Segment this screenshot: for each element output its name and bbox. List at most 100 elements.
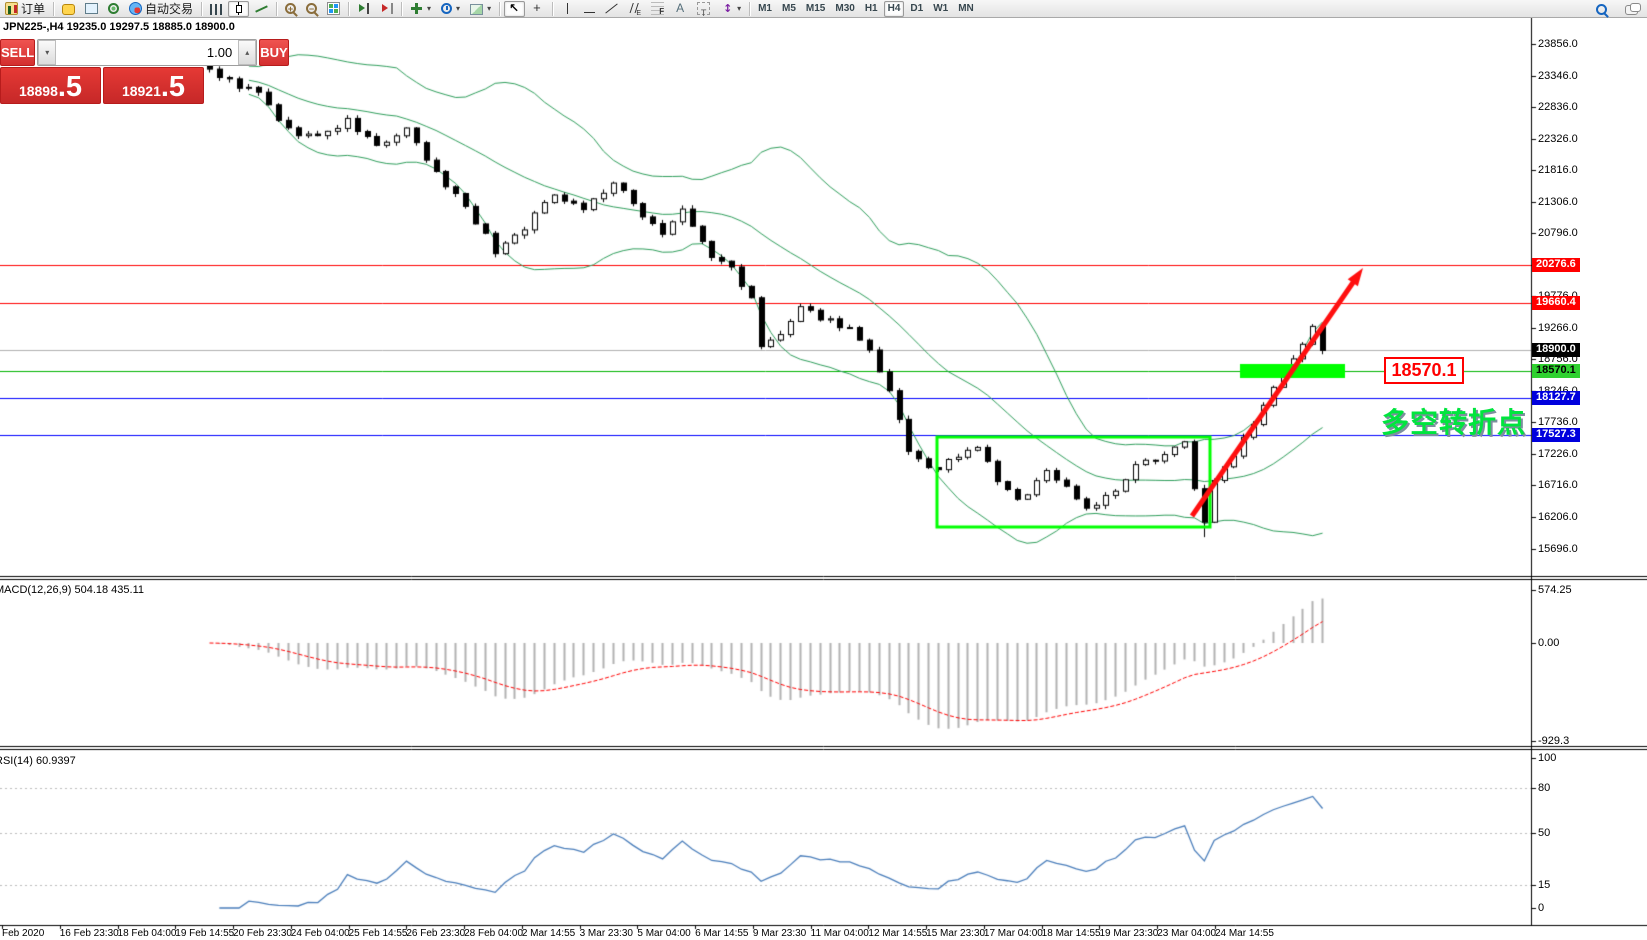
timeframe-m1-label: M1 [758, 3, 772, 14]
text-label-icon [697, 2, 710, 15]
time-axis-label: 20 Feb 23:30 [233, 928, 292, 939]
price-axis-tick: 20796.0 [1538, 227, 1578, 239]
timeframe-d1-label: D1 [910, 3, 923, 14]
toolbar-button-indicators[interactable]: ▾ [406, 1, 435, 17]
toolbar-button-zoom-in[interactable] [281, 1, 300, 17]
price-axis-tick: 22326.0 [1538, 133, 1578, 145]
text-icon [674, 2, 687, 15]
chart-title: JPN225-,H4 19235.0 19297.5 18885.0 18900… [3, 21, 235, 33]
toolbar-button-periods[interactable]: ▾ [437, 1, 464, 17]
time-axis-label: 11 Mar 04:00 [811, 928, 869, 939]
toolbar-button-new-order[interactable]: 订单 [1, 1, 49, 17]
toolbar-right [1591, 1, 1643, 17]
toolbar-button-timeframe-m15[interactable]: M15 [802, 1, 829, 17]
toolbar-button-timeframe-d1[interactable]: D1 [906, 1, 927, 17]
level-callout: 18570.1 [1384, 357, 1464, 384]
auto-scroll-icon [357, 2, 370, 15]
time-axis-label: 16 Feb 23:30 [60, 928, 119, 939]
periods-icon [441, 3, 452, 14]
turning-point-annotation: 多空转折点 [1381, 401, 1526, 441]
terminal-icon [85, 3, 98, 14]
toolbar-button-crosshair[interactable] [527, 1, 548, 17]
price-tag-18127.7: 18127.7 [1532, 391, 1580, 405]
toolbar-button-arrows[interactable]: ▾ [716, 1, 745, 17]
toolbar-button-candlestick-chart[interactable] [228, 1, 249, 17]
trend-line-icon [605, 2, 618, 15]
toolbar-button-equidistant-channel[interactable] [624, 1, 645, 17]
sell-price-button[interactable]: 18898.5 [0, 67, 101, 104]
toolbar-button-horizontal-line[interactable] [580, 1, 599, 17]
toolbar-button-timeframe-m30[interactable]: M30 [831, 1, 858, 17]
toolbar-button-zoom-out[interactable] [302, 1, 321, 17]
toolbar-button-auto-trading[interactable]: 自动交易 [125, 1, 197, 17]
time-axis-label: 24 Mar 14:55 [1215, 928, 1274, 939]
cursor-icon [508, 2, 521, 15]
toolbar-button-signals[interactable] [104, 1, 123, 17]
toolbar-button-cursor[interactable] [504, 1, 525, 17]
horizontal-line-icon [584, 12, 595, 13]
toolbar-button-timeframe-m1[interactable]: M1 [754, 1, 776, 17]
macd-axis-tick: 0.00 [1538, 637, 1559, 649]
time-axis-label: 3 Mar 23:30 [580, 928, 633, 939]
price-tag-18570.1: 18570.1 [1532, 364, 1580, 378]
time-axis-label: 9 Mar 23:30 [753, 928, 806, 939]
fibonacci-retracement-icon [651, 2, 664, 15]
toolbar-button-fibonacci-retracement[interactable] [647, 1, 668, 17]
toolbar-button-text[interactable] [670, 1, 691, 17]
volume-increase-button[interactable]: ▴ [238, 40, 256, 65]
toolbar-button-timeframe-m5[interactable]: M5 [778, 1, 800, 17]
price-axis-tick: 23856.0 [1538, 38, 1578, 50]
caret-down-icon: ▾ [45, 48, 49, 57]
sell-button[interactable]: SELL [0, 39, 35, 66]
templates-icon [470, 4, 483, 15]
price-axis-tick: 23346.0 [1538, 70, 1578, 82]
toolbar-button-trend-line[interactable] [601, 1, 622, 17]
toolbar-button-bar-chart[interactable] [206, 1, 226, 17]
buy-price-pips: .5 [161, 73, 185, 102]
rsi-axis-tick: 100 [1538, 752, 1556, 764]
history-center-icon [62, 4, 75, 15]
toolbar-separator [401, 2, 402, 16]
chat-icon [1625, 5, 1638, 15]
time-axis-label: 2 Mar 14:55 [522, 928, 575, 939]
price-tag-17527.3: 17527.3 [1532, 428, 1580, 442]
toolbar-button-auto-scroll[interactable] [353, 1, 374, 17]
toolbar-button-text-label[interactable] [693, 1, 714, 17]
volume-input[interactable] [56, 40, 238, 65]
time-axis-label: 12 Mar 14:55 [868, 928, 927, 939]
price-chart[interactable] [0, 0, 1647, 940]
buy-price-button[interactable]: 18921.5 [103, 67, 204, 104]
toolbar-button-templates[interactable]: ▾ [466, 1, 495, 17]
toolbar-button-line-chart[interactable] [251, 1, 272, 17]
toolbar-separator [749, 2, 750, 16]
crosshair-icon [531, 2, 544, 15]
toolbar-button-chart-shift[interactable] [376, 1, 397, 17]
price-axis-tick: 21306.0 [1538, 196, 1578, 208]
time-axis-label: 23 Mar 04:00 [1157, 928, 1216, 939]
toolbar-button-timeframe-h1[interactable]: H1 [861, 1, 882, 17]
toolbar-button-timeframe-h4[interactable]: H4 [884, 1, 905, 17]
timeframe-w1-label: W1 [933, 3, 948, 14]
toolbar-button-terminal[interactable] [81, 1, 102, 17]
vertical-line-icon [567, 3, 568, 14]
toolbar-button-search[interactable] [1592, 1, 1611, 17]
toolbar-button-tile-windows[interactable] [323, 1, 344, 17]
timeframe-m5-label: M5 [782, 3, 796, 14]
buy-button[interactable]: BUY [259, 39, 288, 66]
price-axis-tick: 21816.0 [1538, 164, 1578, 176]
equidistant-channel-icon [626, 2, 643, 15]
candlestick-chart-icon [232, 2, 245, 15]
volume-decrease-button[interactable]: ▾ [38, 40, 56, 65]
toolbar-separator [552, 2, 553, 16]
toolbar-button-timeframe-w1[interactable]: W1 [929, 1, 952, 17]
toolbar-button-history-center[interactable] [58, 1, 79, 17]
time-axis-label: 18 Feb 04:00 [118, 928, 177, 939]
toolbar-button-timeframe-mn[interactable]: MN [954, 1, 978, 17]
rsi-axis-tick: 50 [1538, 827, 1550, 839]
rsi-axis-tick: 0 [1538, 902, 1544, 914]
toolbar-button-vertical-line[interactable] [557, 1, 578, 17]
toolbar-button-chat[interactable] [1621, 1, 1642, 17]
macd-indicator-label: MACD(12,26,9) 504.18 435.11 [0, 584, 144, 596]
price-axis-tick: 16206.0 [1538, 511, 1578, 523]
toolbar-separator [53, 2, 54, 16]
